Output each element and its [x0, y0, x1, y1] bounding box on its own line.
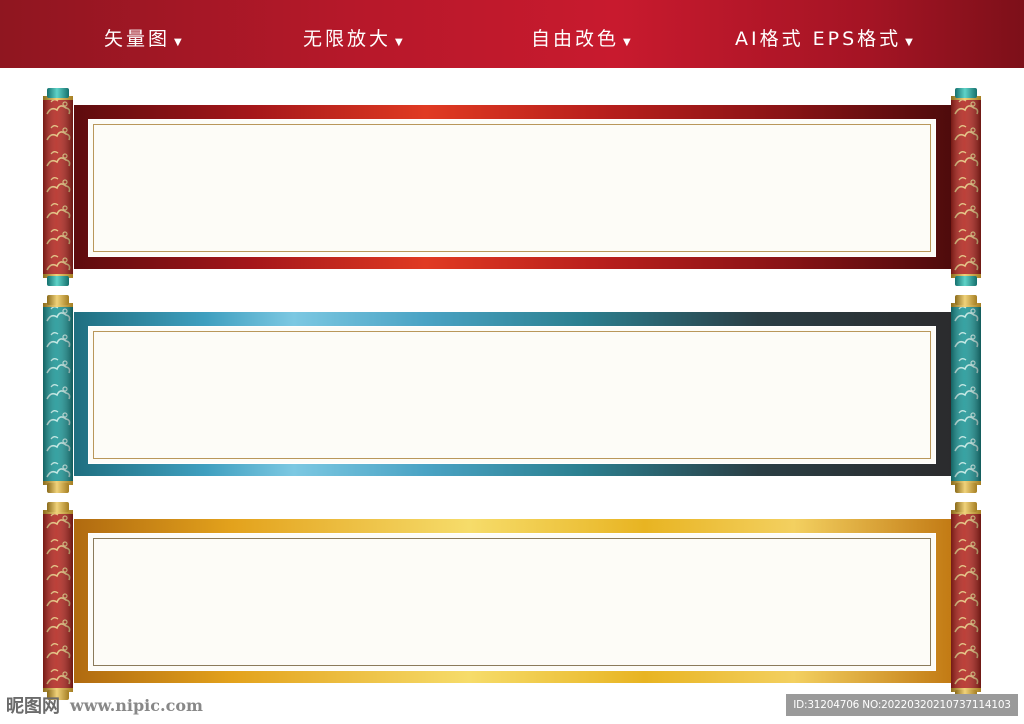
teal-scroll-text-area [88, 326, 936, 464]
nipic-url: www.nipic.com [70, 695, 203, 715]
rod-cap-icon [47, 88, 69, 98]
gold-scroll-text-area [88, 533, 936, 671]
gold-scroll [0, 502, 1024, 700]
rod-cap-icon [955, 502, 977, 512]
teal-scroll-right-rod [951, 303, 981, 485]
feature-vector-label: 矢量图 [104, 27, 171, 50]
red-scroll-left-rod [43, 96, 73, 278]
feature-formats-label: AI格式 EPS格式 [735, 27, 902, 50]
feature-vector: 矢量图 ▼ [104, 24, 182, 50]
nipic-watermark: 昵图网 www.nipic.com [6, 692, 203, 718]
rod-cap-icon [47, 483, 69, 493]
nipic-logo: 昵图网 [6, 696, 60, 717]
feature-header-bar: 矢量图 ▼ 无限放大 ▼ 自由改色 ▼ AI格式 EPS格式 ▼ [0, 0, 1024, 68]
rod-cap-icon [955, 88, 977, 98]
teal-scroll-left-rod [43, 303, 73, 485]
rod-cap-icon [47, 502, 69, 512]
rod-cap-icon [955, 483, 977, 493]
feature-scalable: 无限放大 ▼ [303, 24, 403, 50]
rod-cap-icon [47, 295, 69, 305]
feature-recolor: 自由改色 ▼ [531, 24, 631, 50]
feature-formats: AI格式 EPS格式 ▼ [735, 24, 913, 50]
red-scroll-right-rod [951, 96, 981, 278]
triangle-down-icon: ▼ [623, 36, 631, 48]
triangle-down-icon: ▼ [395, 36, 403, 48]
red-scroll-text-area [88, 119, 936, 257]
feature-recolor-label: 自由改色 [531, 27, 620, 50]
gold-scroll-left-rod [43, 510, 73, 692]
feature-scalable-label: 无限放大 [303, 27, 392, 50]
image-id-badge: ID:31204706 NO:20220320210737114103 [786, 694, 1018, 716]
teal-scroll [0, 295, 1024, 493]
triangle-down-icon: ▼ [905, 36, 913, 48]
rod-cap-icon [47, 276, 69, 286]
red-scroll [0, 88, 1024, 286]
rod-cap-icon [955, 295, 977, 305]
triangle-down-icon: ▼ [174, 36, 182, 48]
gold-scroll-right-rod [951, 510, 981, 692]
rod-cap-icon [955, 276, 977, 286]
